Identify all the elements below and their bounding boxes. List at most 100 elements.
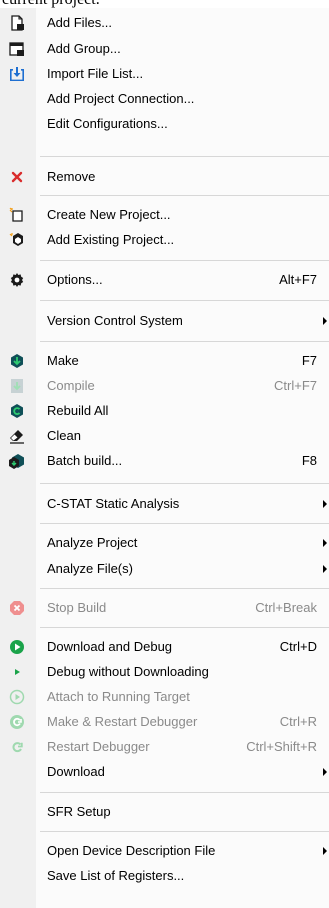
menu-item-label: Analyze File(s) [47,561,133,576]
header-fragment: current project. [0,0,329,8]
menu-item-label: Version Control System [47,313,183,328]
clean-eraser-icon [9,428,25,444]
stop-build-icon [9,600,25,616]
menu-item-label: Make [47,353,79,368]
menu-item-label: Compile [47,378,95,393]
submenu-arrow-icon [323,847,327,855]
submenu-arrow-icon [323,768,327,776]
submenu-arrow-icon [323,539,327,547]
menu-item-label: Add Project Connection... [47,91,195,106]
menu-item-open-device-description-file[interactable]: Open Device Description File [0,839,329,863]
menu-item-rebuild-all[interactable]: Rebuild All [0,399,329,423]
menu-item-options[interactable]: Options... Alt+F7 [0,268,329,292]
menu-separator [40,195,329,196]
attach-to-target-icon [9,689,25,705]
restart-debugger-icon [9,739,25,755]
make-restart-debugger-icon [9,714,25,730]
menu-item-label: Clean [47,428,81,443]
menu-item-label: Remove [47,169,96,184]
menu-separator [40,831,329,832]
menu-item-version-control-system[interactable]: Version Control System [0,309,329,333]
menu-item-shortcut: F8 [301,453,317,468]
menu-separator [40,300,329,301]
submenu-arrow-icon [323,317,327,325]
menu-item-shortcut: Ctrl+R [279,714,317,729]
menu-item-download[interactable]: Download [0,760,329,784]
menu-item-label: Edit Configurations... [47,116,168,131]
submenu-arrow-icon [323,500,327,508]
menu-item-make[interactable]: Make F7 [0,349,329,373]
menu-item-label: Import File List... [47,66,144,81]
header-fragment-text: current project. [2,0,100,8]
menu-item-clean[interactable]: Clean [0,424,329,448]
menu-item-analyze-project[interactable]: Analyze Project [0,531,329,555]
menu-item-save-list-of-registers[interactable]: Save List of Registers... [0,864,329,888]
menu-item-debug-without-downloading[interactable]: Debug without Downloading [0,660,329,684]
menu-item-label: Options... [47,272,103,287]
menu-separator [40,341,329,342]
menu-item-download-and-debug[interactable]: Download and Debug Ctrl+D [0,635,329,659]
menu-item-c-stat-static-analysis[interactable]: C-STAT Static Analysis [0,492,329,516]
menu-item-label: Open Device Description File [47,843,216,858]
menu-item-label: Stop Build [47,600,107,615]
menu-separator [40,523,329,524]
menu-item-restart-debugger[interactable]: Restart Debugger Ctrl+Shift+R [0,735,329,759]
menu-item-import-file-list[interactable]: Import File List... [0,62,329,86]
rebuild-all-icon [9,403,25,419]
menu-item-add-existing-project[interactable]: Add Existing Project... [0,228,329,252]
menu-item-label: Add Existing Project... [47,232,175,247]
add-existing-project-icon [9,232,25,248]
menu-item-label: Create New Project... [47,207,171,222]
menu-item-shortcut: Ctrl+Shift+R [246,739,317,754]
menu-item-label: Make & Restart Debugger [47,714,198,729]
menu-item-label: Batch build... [47,453,123,468]
import-file-list-icon [9,66,25,82]
remove-x-icon [9,169,25,185]
menu-item-label: Save List of Registers... [47,868,185,883]
menu-item-shortcut: Ctrl+F7 [274,378,317,393]
download-and-debug-icon [9,639,25,655]
debug-without-downloading-icon [9,664,25,680]
menu-item-add-project-connection[interactable]: Add Project Connection... [0,87,329,111]
compile-icon [9,378,25,394]
menu-item-shortcut: F7 [301,353,317,368]
menu-item-label: Download and Debug [47,639,173,654]
menu-item-label: Download [47,764,105,779]
menu-item-add-group[interactable]: Add Group... [0,37,329,61]
menu-item-label: Debug without Downloading [47,664,209,679]
menu-item-label: Restart Debugger [47,739,150,754]
menu-item-shortcut: Ctrl+D [279,639,317,654]
menu-item-create-new-project[interactable]: Create New Project... [0,203,329,227]
menu-item-label: Rebuild All [47,403,109,418]
create-new-project-icon [9,207,25,223]
menu-item-sfr-setup[interactable]: SFR Setup [0,800,329,824]
menu-separator [40,792,329,793]
menu-separator [40,156,329,157]
menu-item-batch-build[interactable]: Batch build... F8 [0,449,329,473]
menu-separator [40,483,329,484]
menu-item-compile[interactable]: Compile Ctrl+F7 [0,374,329,398]
add-group-icon [9,41,25,57]
menu-separator [40,260,329,261]
menu-item-label: Analyze Project [47,535,138,550]
menu-item-shortcut: Alt+F7 [279,272,317,287]
menu-item-edit-configurations[interactable]: Edit Configurations... [0,112,329,136]
add-files-icon [9,15,25,31]
menu-item-shortcut: Ctrl+Break [255,600,317,615]
menu-item-label: Add Files... [47,15,113,30]
menu-item-label: C-STAT Static Analysis [47,496,180,511]
menu-item-make-restart-debugger[interactable]: Make & Restart Debugger Ctrl+R [0,710,329,734]
menu-item-attach-to-running-target[interactable]: Attach to Running Target [0,685,329,709]
menu-separator [40,588,329,589]
submenu-arrow-icon [323,565,327,573]
menu-separator [40,627,329,628]
menu-item-label: Add Group... [47,41,121,56]
gear-icon [9,272,25,288]
menu-item-remove[interactable]: Remove [0,165,329,189]
menu-item-analyze-files[interactable]: Analyze File(s) [0,557,329,581]
make-icon [9,353,25,369]
menu-item-label: Attach to Running Target [47,689,190,704]
menu-item-add-files[interactable]: Add Files... [0,11,329,35]
project-context-menu: Add Files... Add Group... Import File Li… [0,8,329,908]
menu-item-stop-build[interactable]: Stop Build Ctrl+Break [0,596,329,620]
